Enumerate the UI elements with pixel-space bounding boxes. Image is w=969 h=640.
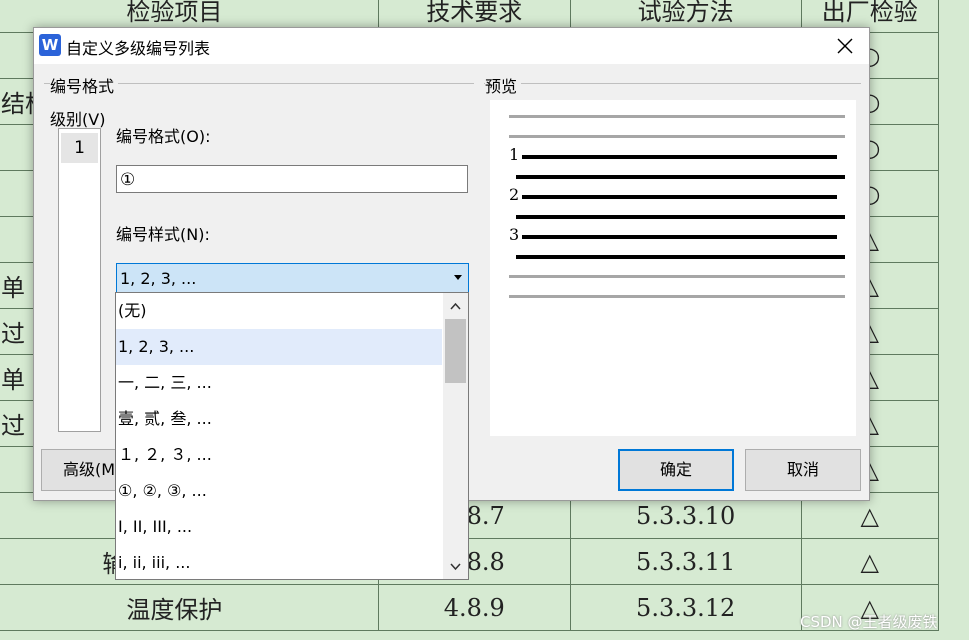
preview-group-line — [484, 83, 861, 84]
preview-panel: 1 2 3 — [490, 100, 856, 436]
level-label: 级别(V) — [50, 110, 106, 129]
preview-line — [522, 235, 837, 239]
dropdown-option-selected[interactable]: 1, 2, 3, ... — [116, 329, 442, 365]
dialog-title: 自定义多级编号列表 — [66, 39, 211, 58]
sheet-cell: 5.3.3.12 — [569, 584, 802, 631]
number-style-dropdown[interactable]: (无) 1, 2, 3, ... 一, 二, 三, ... 壹, 贰, 叁, .… — [115, 292, 469, 580]
sheet-cell: 温度保护 — [0, 584, 379, 631]
preview-line — [509, 135, 845, 138]
preview-number: 1 — [509, 145, 520, 164]
preview-number: 2 — [509, 185, 520, 204]
number-style-value: 1, 2, 3, ... — [120, 269, 197, 288]
dropdown-option[interactable]: ①, ②, ③, ... — [116, 473, 442, 509]
scroll-down-button[interactable] — [443, 556, 468, 578]
preview-line — [516, 215, 845, 219]
format-label: 编号格式(O): — [116, 127, 211, 146]
ok-button[interactable]: 确定 — [618, 449, 734, 491]
preview-line — [509, 275, 845, 278]
dropdown-option[interactable]: (无) — [116, 293, 442, 329]
preview-group-label: 预览 — [485, 73, 522, 97]
sheet-cell: 5.3.3.11 — [569, 538, 802, 585]
preview-line — [522, 195, 837, 199]
chevron-up-icon — [450, 302, 461, 310]
scroll-up-button[interactable] — [443, 295, 468, 317]
style-label: 编号样式(N): — [116, 225, 210, 244]
cancel-button[interactable]: 取消 — [745, 449, 861, 491]
preview-line — [509, 295, 845, 298]
sheet-cell: 4.8.9 — [377, 584, 571, 631]
chevron-down-icon — [450, 563, 461, 571]
preview-line — [509, 115, 845, 118]
dialog-titlebar: W 自定义多级编号列表 — [34, 28, 869, 64]
dropdown-scrollbar[interactable] — [443, 293, 468, 579]
dropdown-option[interactable]: 一, 二, 三, ... — [116, 365, 442, 401]
dropdown-option[interactable]: 壹, 贰, 叁, ... — [116, 401, 442, 437]
preview-number: 3 — [509, 225, 520, 244]
preview-line — [516, 175, 845, 179]
number-format-group-label: 编号格式 — [50, 73, 119, 97]
dropdown-option[interactable]: i, ii, iii, ... — [116, 545, 442, 579]
close-icon — [837, 38, 853, 54]
dropdown-option[interactable]: I, II, III, ... — [116, 509, 442, 545]
scroll-thumb[interactable] — [445, 319, 466, 383]
sheet-cell: △ — [800, 538, 940, 585]
dropdown-option[interactable]: １, ２, ３, ... — [116, 437, 442, 473]
number-style-select[interactable]: 1, 2, 3, ... — [116, 263, 469, 294]
level-item[interactable]: 1 — [61, 133, 98, 163]
level-list[interactable]: 1 — [58, 128, 101, 432]
number-format-input[interactable]: ① — [116, 165, 468, 193]
preview-line — [522, 155, 837, 159]
sheet-row: 温度保护 4.8.9 5.3.3.12 △ — [0, 584, 940, 631]
preview-line — [516, 255, 845, 259]
chevron-down-icon — [454, 275, 462, 280]
wps-writer-icon: W — [39, 34, 61, 56]
close-button[interactable] — [830, 31, 860, 61]
watermark: CSDN @王者级废铁 — [800, 613, 938, 631]
